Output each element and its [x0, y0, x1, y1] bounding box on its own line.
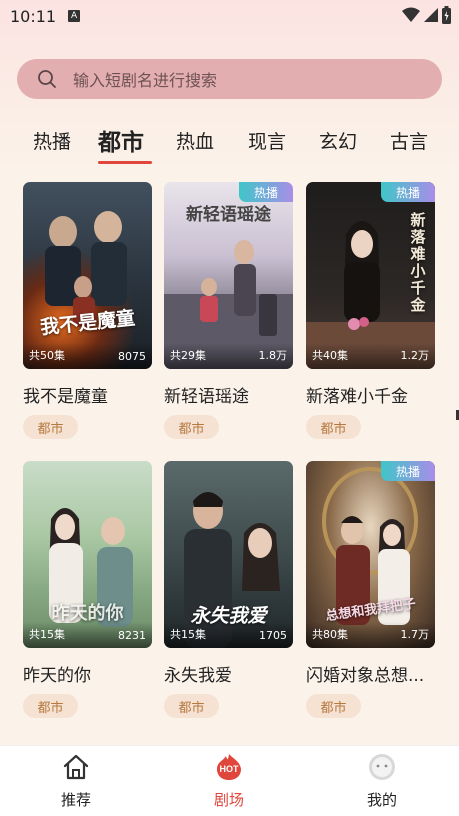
poster-image[interactable]: 我不是魔童 共50集 8075: [23, 182, 152, 369]
nav-profile[interactable]: 我的: [342, 752, 422, 814]
tab-guyan[interactable]: 古言: [390, 120, 428, 160]
poster-meta: 共80集 1.7万: [306, 622, 435, 648]
view-count: 1.7万: [400, 628, 430, 641]
nav-label: 我的: [366, 791, 397, 809]
status-time: 10:11: [10, 6, 57, 26]
status-bar: 10:11 A: [0, 0, 459, 32]
hot-badge: 热播: [381, 182, 435, 202]
hot-icon: HOT: [214, 752, 244, 782]
category-tabs: 热播 都市 热血 现言 玄幻 古言: [0, 120, 459, 165]
genre-tag: 都市: [164, 415, 219, 439]
home-icon: [61, 752, 91, 782]
tab-rexue[interactable]: 热血: [176, 120, 214, 160]
signal-icon: [424, 8, 438, 22]
poster-title: 新轻语瑶途: [186, 205, 271, 225]
wifi-icon: [402, 7, 420, 22]
poster-meta: 共15集 8231: [23, 622, 152, 648]
poster-image[interactable]: 新轻语瑶途 热播 共29集 1.8万: [164, 182, 293, 369]
episode-count: 共15集: [29, 628, 65, 641]
tab-rebo[interactable]: 热播: [33, 120, 71, 160]
poster-meta: 共29集 1.8万: [164, 343, 293, 369]
hot-badge: 热播: [381, 461, 435, 481]
poster-image[interactable]: 新落难小千金 热播 共40集 1.2万: [306, 182, 435, 369]
active-tab-indicator: [98, 161, 152, 164]
bottom-navigation: 推荐 HOT 剧场 我的: [0, 745, 459, 816]
drama-title[interactable]: 闪婚对象总想...: [306, 661, 435, 686]
poster-image[interactable]: 昨天的你 共15集 8231: [23, 461, 152, 648]
genre-tag: 都市: [23, 415, 78, 439]
status-icons: [402, 6, 451, 24]
view-count: 1.2万: [400, 349, 430, 362]
search-bar[interactable]: 输入短剧名进行搜索: [17, 59, 442, 99]
battery-icon: [442, 6, 451, 24]
tab-xianyan[interactable]: 现言: [248, 120, 286, 160]
drama-title[interactable]: 永失我爱: [164, 661, 293, 686]
view-count: 1.8万: [258, 349, 288, 362]
poster-image[interactable]: 永失我爱 共15集 1705: [164, 461, 293, 648]
view-count: 8075: [118, 350, 146, 363]
poster-meta: 共40集 1.2万: [306, 343, 435, 369]
poster-meta: 共15集 1705: [164, 622, 293, 648]
poster-title: 新落难小千金: [410, 211, 426, 314]
genre-tag: 都市: [306, 694, 361, 718]
episode-count: 共80集: [312, 628, 348, 641]
hot-icon-text: HOT: [219, 764, 239, 774]
view-count: 1705: [259, 629, 287, 642]
nav-recommend[interactable]: 推荐: [36, 752, 116, 814]
view-count: 8231: [118, 629, 146, 642]
drama-title[interactable]: 昨天的你: [23, 661, 152, 686]
genre-tag: 都市: [306, 415, 361, 439]
episode-count: 共40集: [312, 349, 348, 362]
nav-theater[interactable]: HOT 剧场: [189, 752, 269, 814]
tab-dushi[interactable]: 都市: [98, 120, 144, 160]
drama-title[interactable]: 我不是魔童: [23, 382, 152, 407]
drama-title[interactable]: 新轻语瑶途: [164, 382, 293, 407]
poster-image[interactable]: 总想和我拜把子 热播 共80集 1.7万: [306, 461, 435, 648]
search-input[interactable]: 输入短剧名进行搜索: [73, 67, 217, 91]
tab-xuanhuan[interactable]: 玄幻: [319, 120, 357, 160]
episode-count: 共29集: [170, 349, 206, 362]
genre-tag: 都市: [164, 694, 219, 718]
drama-title[interactable]: 新落难小千金: [306, 382, 435, 407]
nav-label: 推荐: [60, 791, 91, 809]
search-icon: [38, 70, 56, 88]
episode-count: 共50集: [29, 349, 65, 362]
notification-badge-icon: A: [68, 10, 81, 22]
hot-badge: 热播: [239, 182, 293, 202]
genre-tag: 都市: [23, 694, 78, 718]
poster-meta: 共50集 8075: [23, 343, 152, 369]
profile-icon: [367, 752, 397, 782]
episode-count: 共15集: [170, 628, 206, 641]
nav-label: 剧场: [213, 791, 244, 809]
